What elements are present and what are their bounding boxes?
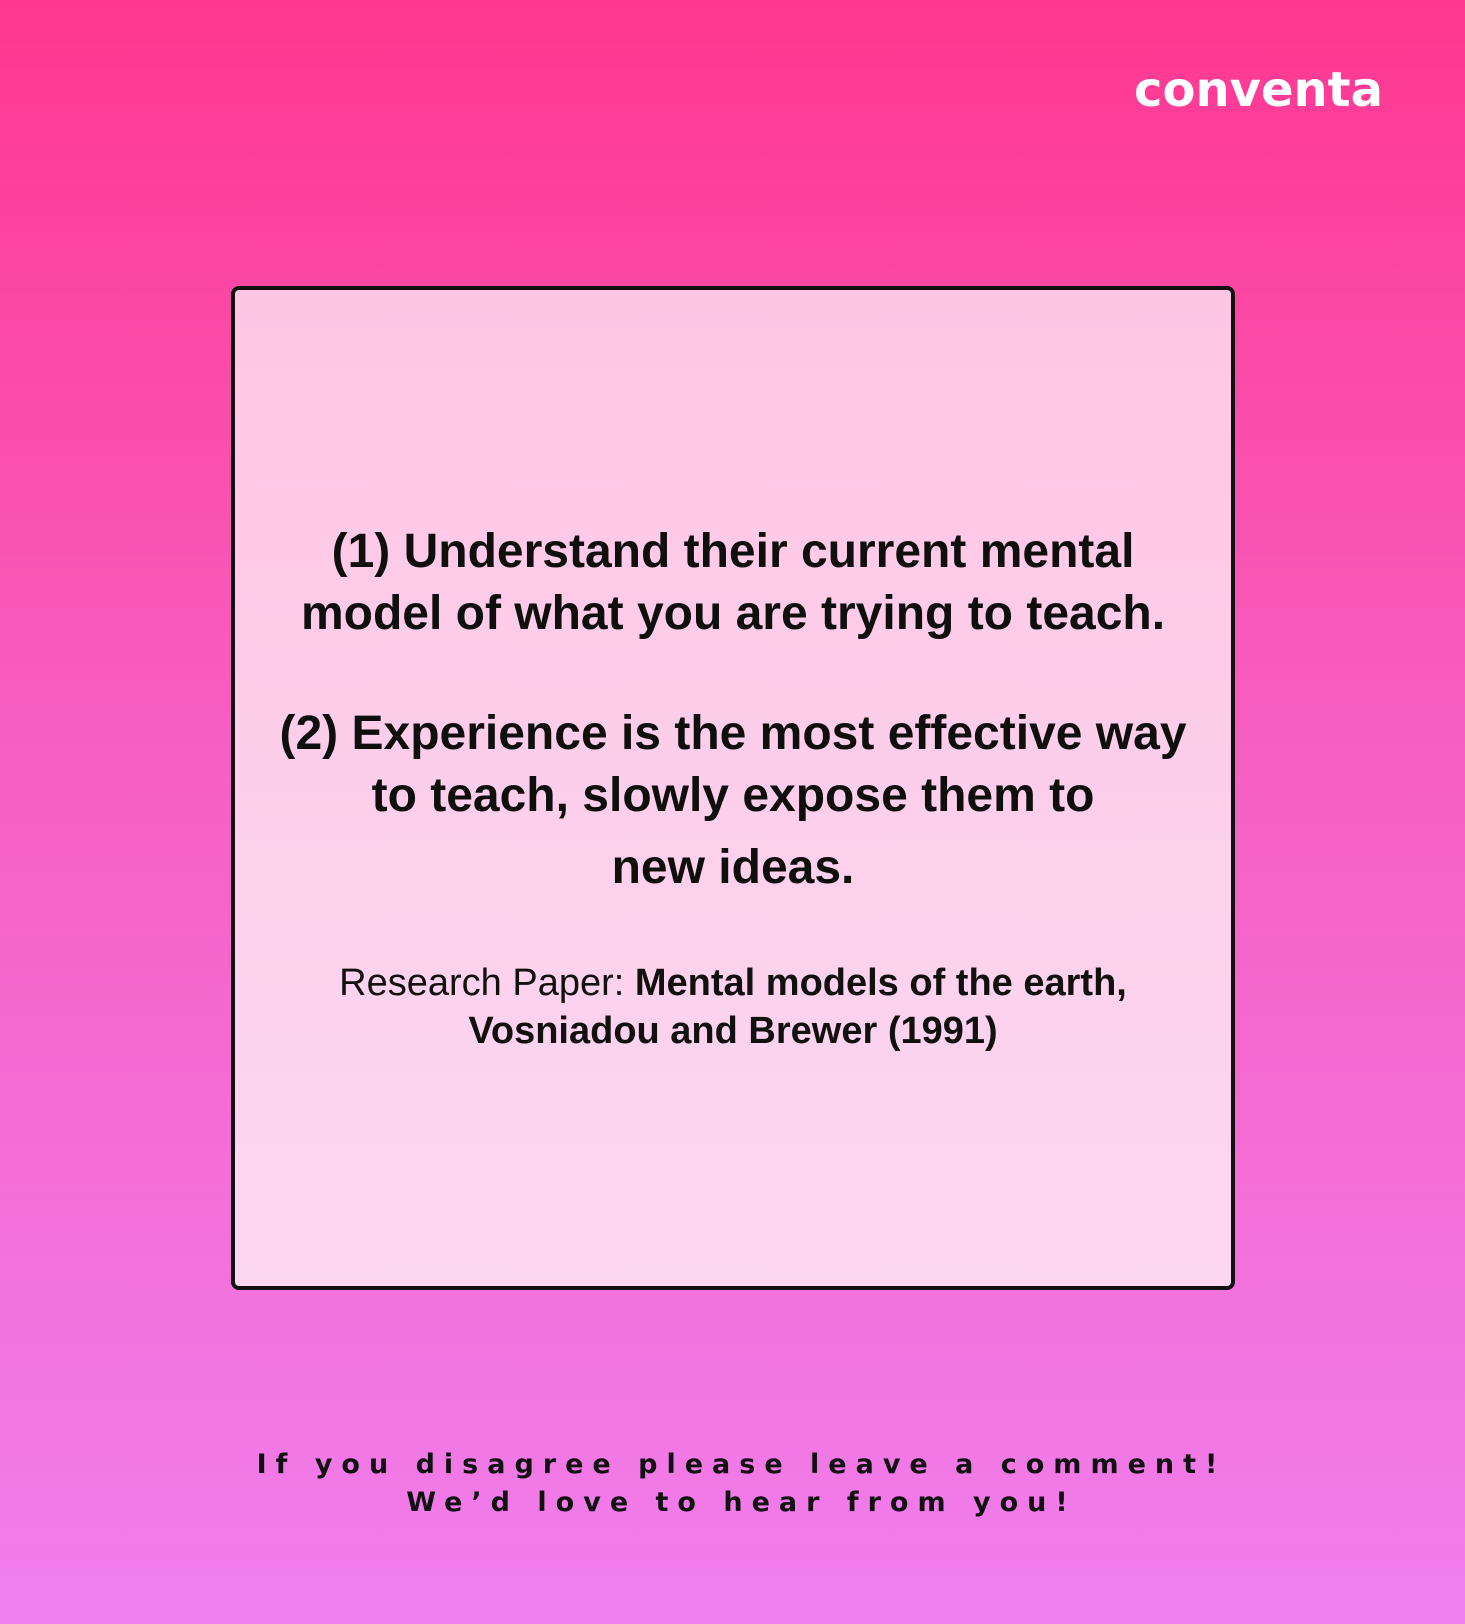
point-two-text: (2) Experience is the most effective way… <box>271 703 1195 899</box>
point-one-text: (1) Understand their current mental mode… <box>300 525 1166 640</box>
footer-call-to-action: If you disagree please leave a comment! … <box>0 1446 1465 1522</box>
brand-logo: conventa <box>1134 62 1383 118</box>
citation-prefix: Research Paper: <box>339 962 635 1004</box>
point-two-end: new ideas. <box>611 841 855 894</box>
point-two-main: (2) Experience is the most effective way… <box>279 707 1187 822</box>
research-citation: Research Paper: Mental models of the ear… <box>271 959 1195 1055</box>
footer-line-two: We’d love to hear from you! <box>406 1487 1077 1518</box>
footer-line-one: If you disagree please leave a comment! <box>256 1449 1227 1480</box>
quote-card: (1) Understand their current mental mode… <box>231 286 1235 1290</box>
